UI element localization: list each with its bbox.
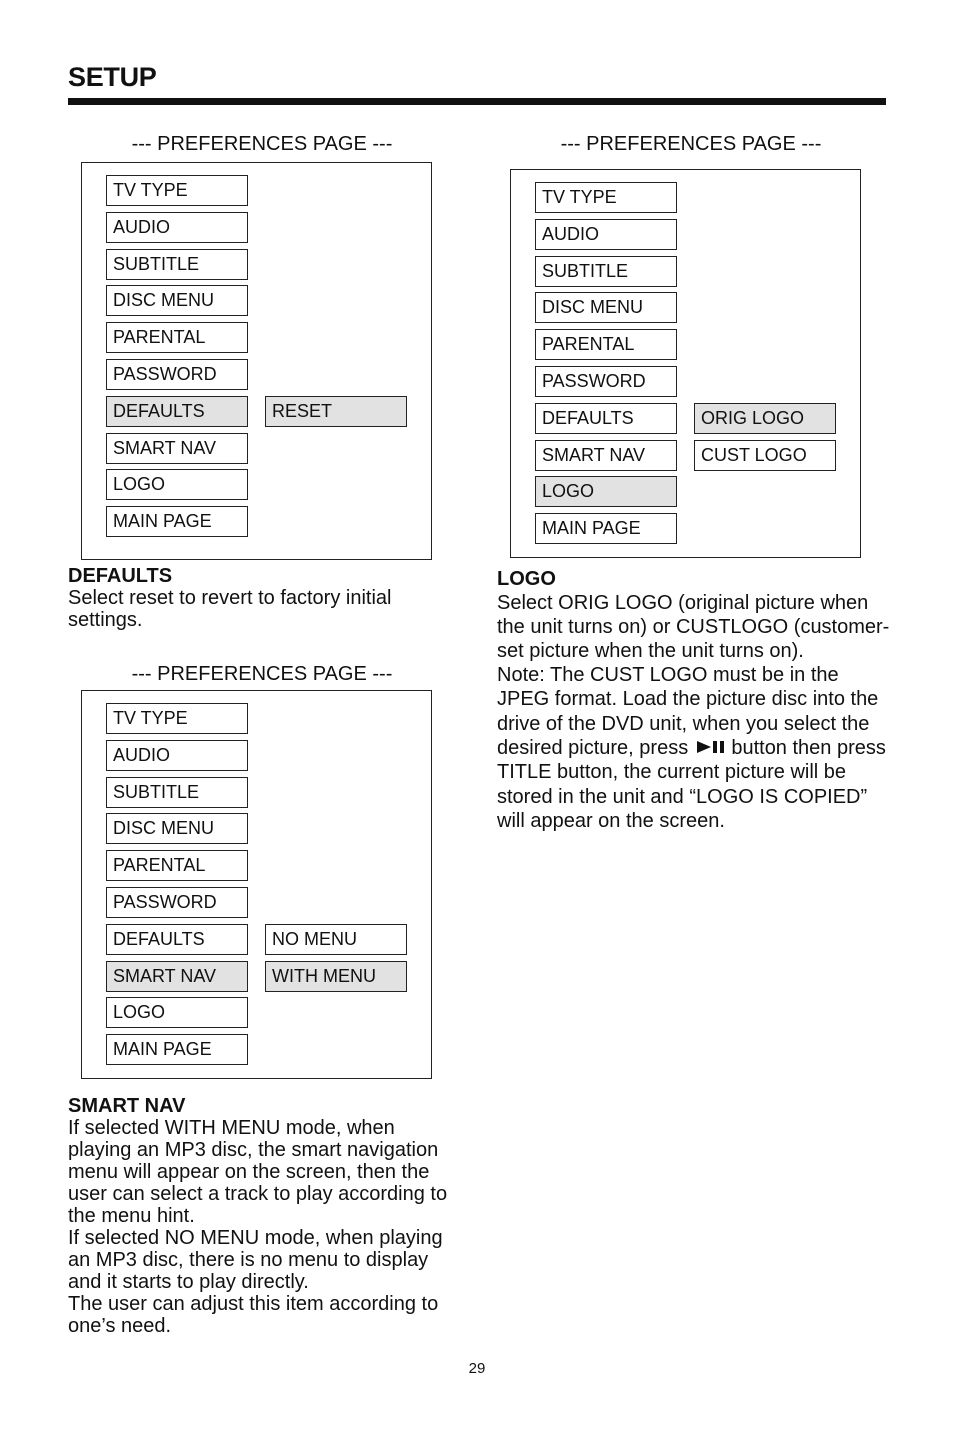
option-with-menu[interactable]: WITH MENU bbox=[265, 960, 407, 992]
logo-description: LOGO Select ORIG LOGO (original picture … bbox=[497, 567, 892, 833]
menu-item-main-page[interactable]: MAIN PAGE bbox=[106, 1034, 248, 1066]
option-orig-logo[interactable]: ORIG LOGO bbox=[694, 402, 836, 434]
section-body: If selected WITH MENU mode, when playing… bbox=[68, 1117, 448, 1227]
menu-item-disc-menu[interactable]: DISC MENU bbox=[535, 292, 677, 324]
option-no-menu[interactable]: NO MENU bbox=[265, 923, 407, 955]
page-number: 29 bbox=[468, 1360, 486, 1377]
menu-item-smart-nav[interactable]: SMART NAV bbox=[106, 432, 248, 464]
menu-item-audio[interactable]: AUDIO bbox=[106, 739, 248, 771]
menu-item-tv-type[interactable]: TV TYPE bbox=[535, 182, 677, 213]
section-body: Select ORIG LOGO (original picture when … bbox=[497, 592, 890, 663]
page-title: SETUP bbox=[68, 62, 157, 92]
section-heading: LOGO bbox=[497, 568, 556, 590]
menu-item-parental[interactable]: PARENTAL bbox=[106, 322, 248, 354]
menu-item-password[interactable]: PASSWORD bbox=[535, 366, 677, 397]
smart-nav-description: SMART NAV If selected WITH MENU mode, wh… bbox=[68, 1095, 463, 1337]
section-body-3: The user can adjust this item according … bbox=[68, 1293, 439, 1337]
option-cust-logo[interactable]: CUST LOGO bbox=[694, 439, 836, 471]
section-heading: SMART NAV bbox=[68, 1095, 186, 1117]
title-rule bbox=[68, 98, 886, 105]
menu-item-password[interactable]: PASSWORD bbox=[106, 359, 248, 390]
menu-item-audio[interactable]: AUDIO bbox=[535, 218, 677, 250]
menu-item-smart-nav[interactable]: SMART NAV bbox=[535, 439, 677, 471]
section-body-2: If selected NO MENU mode, when playing a… bbox=[68, 1227, 443, 1293]
menu-item-logo[interactable]: LOGO bbox=[106, 997, 248, 1029]
menu-item-tv-type[interactable]: TV TYPE bbox=[106, 175, 248, 206]
menu-item-tv-type[interactable]: TV TYPE bbox=[106, 703, 248, 734]
menu-item-subtitle[interactable]: SUBTITLE bbox=[106, 776, 248, 808]
menu-item-subtitle[interactable]: SUBTITLE bbox=[535, 255, 677, 287]
preferences-heading-logo: --- PREFERENCES PAGE --- bbox=[560, 133, 822, 155]
section-heading: DEFAULTS bbox=[68, 565, 173, 587]
menu-item-defaults[interactable]: DEFAULTS bbox=[106, 395, 248, 427]
menu-item-parental[interactable]: PARENTAL bbox=[106, 850, 248, 882]
menu-item-main-page[interactable]: MAIN PAGE bbox=[535, 513, 677, 545]
menu-item-disc-menu[interactable]: DISC MENU bbox=[106, 813, 248, 845]
menu-item-defaults[interactable]: DEFAULTS bbox=[535, 402, 677, 434]
preferences-menu-logo: TV TYPE AUDIO SUBTITLE DISC MENU PARENTAL PAS… bbox=[510, 169, 861, 558]
menu-item-main-page[interactable]: MAIN PAGE bbox=[106, 506, 248, 538]
section-note: Note: The CUST LOGO must be in the JPEG … bbox=[497, 663, 892, 832]
menu-item-defaults[interactable]: DEFAULTS bbox=[106, 923, 248, 955]
play-pause-icon bbox=[696, 736, 726, 760]
menu-item-logo[interactable]: LOGO bbox=[535, 476, 677, 508]
menu-item-smart-nav[interactable]: SMART NAV bbox=[106, 960, 248, 992]
menu-item-disc-menu[interactable]: DISC MENU bbox=[106, 285, 248, 317]
defaults-description: DEFAULTS Select reset to revert to facto… bbox=[68, 565, 448, 631]
preferences-heading-defaults: --- PREFERENCES PAGE --- bbox=[131, 133, 393, 155]
menu-item-parental[interactable]: PARENTAL bbox=[535, 329, 677, 361]
menu-item-password[interactable]: PASSWORD bbox=[106, 887, 248, 918]
menu-item-audio[interactable]: AUDIO bbox=[106, 211, 248, 243]
preferences-heading-smart-nav: --- PREFERENCES PAGE --- bbox=[131, 663, 393, 685]
menu-item-logo[interactable]: LOGO bbox=[106, 469, 248, 501]
preferences-menu-defaults: TV TYPE AUDIO SUBTITLE DISC MENU PARENTAL PAS… bbox=[81, 162, 432, 560]
preferences-menu-smart-nav: TV TYPE AUDIO SUBTITLE DISC MENU PARENTAL PAS… bbox=[81, 690, 432, 1079]
option-reset[interactable]: RESET bbox=[265, 395, 407, 427]
menu-item-subtitle[interactable]: SUBTITLE bbox=[106, 248, 248, 280]
section-body: Select reset to revert to factory initia… bbox=[68, 587, 392, 631]
